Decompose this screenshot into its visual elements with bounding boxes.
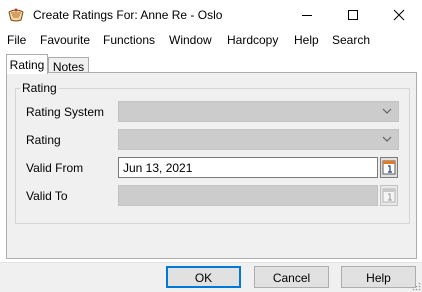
menu-bar: File Favourite Functions Window Hardcopy…: [0, 31, 422, 50]
menu-help[interactable]: Help: [294, 33, 319, 47]
chevron-down-icon: [382, 108, 392, 114]
menu-file[interactable]: File: [7, 33, 26, 47]
cancel-button[interactable]: Cancel: [254, 266, 329, 288]
maximize-icon: [348, 10, 358, 20]
menu-search[interactable]: Search: [332, 33, 370, 47]
rating-group-label: Rating: [20, 81, 59, 95]
valid-to-calendar-button[interactable]: [380, 185, 398, 206]
valid-from-input[interactable]: Jun 13, 2021: [118, 157, 378, 178]
rating-system-label: Rating System: [26, 105, 105, 119]
title-bar[interactable]: Create Ratings For: Anne Re - Oslo: [0, 0, 422, 30]
help-button[interactable]: Help: [341, 266, 416, 288]
valid-to-input[interactable]: [118, 185, 378, 206]
rating-label: Rating: [26, 133, 61, 147]
menu-window[interactable]: Window: [169, 33, 212, 47]
menu-favourite[interactable]: Favourite: [40, 33, 90, 47]
menu-functions[interactable]: Functions: [103, 33, 155, 47]
ratings-app-icon: [7, 7, 25, 23]
valid-from-calendar-button[interactable]: [380, 157, 398, 178]
calendar-icon: [380, 185, 398, 206]
tab-strip: Rating Notes: [0, 51, 422, 74]
close-button[interactable]: [376, 0, 422, 30]
rating-dropdown[interactable]: [118, 129, 399, 150]
resize-grip-icon[interactable]: [412, 282, 421, 291]
valid-from-label: Valid From: [26, 161, 84, 175]
minimize-icon: [302, 15, 312, 16]
menu-hardcopy[interactable]: Hardcopy: [227, 33, 278, 47]
chevron-down-icon: [382, 136, 392, 142]
maximize-button[interactable]: [330, 0, 376, 30]
calendar-icon: [380, 157, 398, 178]
window-title: Create Ratings For: Anne Re - Oslo: [33, 8, 223, 22]
ok-button[interactable]: OK: [166, 266, 241, 288]
tab-rating[interactable]: Rating: [6, 54, 48, 74]
valid-to-label: Valid To: [26, 189, 68, 203]
rating-system-dropdown[interactable]: [118, 101, 399, 122]
minimize-button[interactable]: [284, 0, 330, 30]
footer-divider: [0, 262, 422, 263]
close-icon: [393, 9, 405, 21]
